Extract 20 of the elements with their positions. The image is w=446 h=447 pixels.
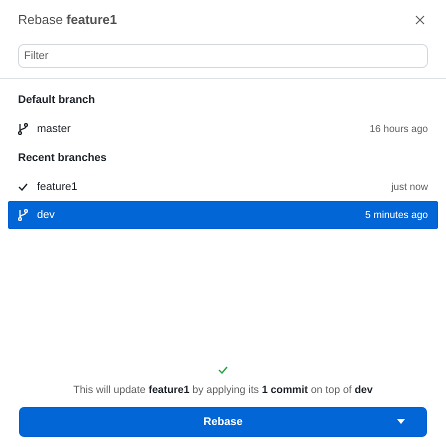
branch-name: feature1	[37, 180, 78, 195]
branch-name: master	[37, 122, 71, 137]
check-icon	[18, 183, 28, 191]
rebase-button[interactable]: Rebase	[19, 407, 427, 437]
branch-row[interactable]: master 16 hours ago	[8, 115, 438, 143]
caret-icon	[397, 419, 405, 424]
branch-time: 5 minutes ago	[365, 208, 428, 222]
branch-row[interactable]: dev 5 minutes ago	[8, 201, 438, 229]
group-heading: Default branch	[17, 92, 96, 108]
dialog-title: Rebase feature1	[18, 11, 117, 30]
branch-name: dev	[37, 208, 55, 223]
branch-icon	[18, 123, 28, 135]
filter-field[interactable]: Filter	[18, 44, 428, 68]
branch-row[interactable]: feature1 just now	[8, 173, 438, 201]
group-heading: Recent branches	[17, 150, 108, 166]
branch-icon	[18, 209, 28, 221]
branch-time: 16 hours ago	[370, 122, 428, 136]
branch-time: just now	[391, 180, 428, 194]
close-icon[interactable]	[415, 15, 425, 25]
rebase-summary: This will update feature1 by applying its 1 commit on top of dev	[73, 383, 373, 398]
